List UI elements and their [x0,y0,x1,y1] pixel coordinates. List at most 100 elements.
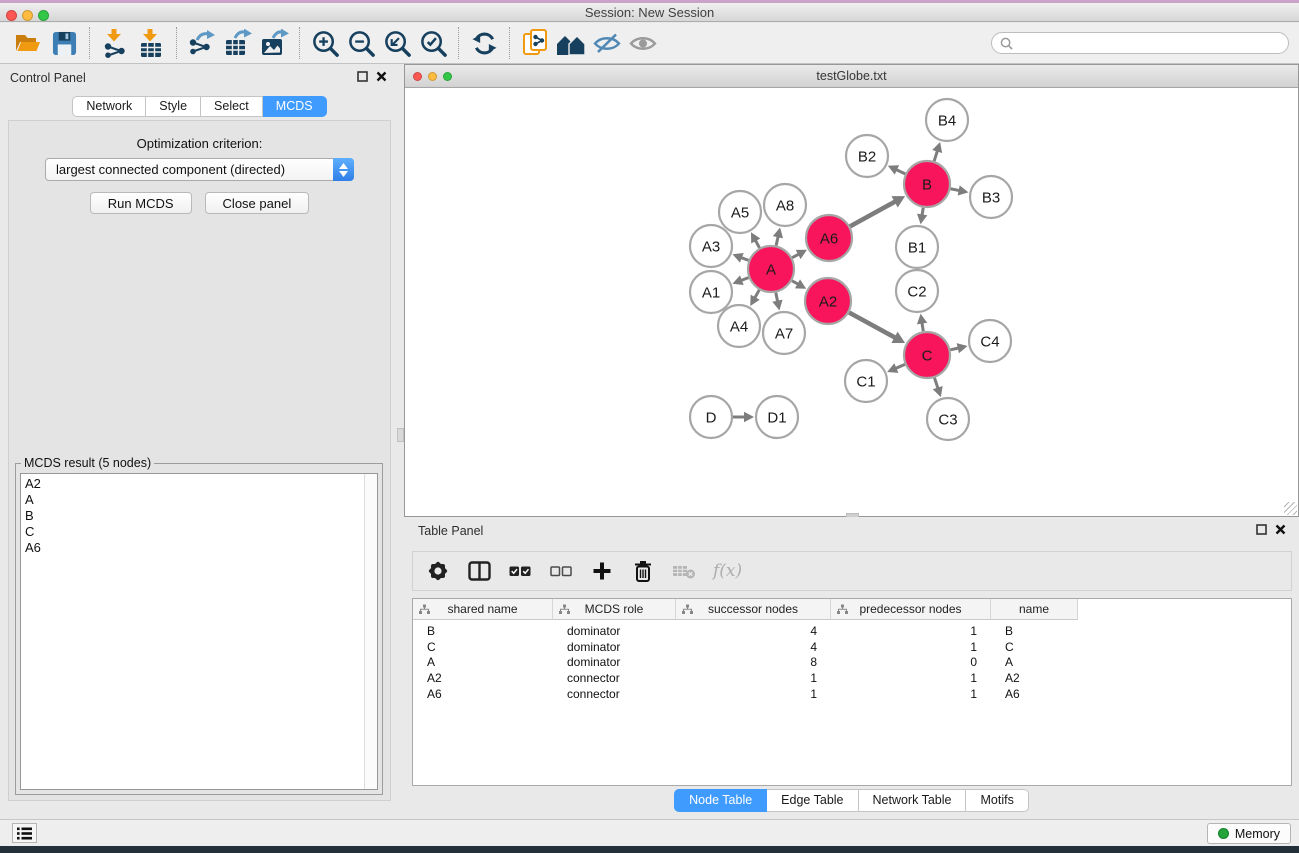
graph-node-C4[interactable]: C4 [969,320,1011,362]
table-tab-node-table[interactable]: Node Table [674,789,767,812]
graph-node-A4[interactable]: A4 [718,305,760,347]
table-tab-edge-table[interactable]: Edge Table [767,789,858,812]
close-table-panel-icon[interactable] [1275,524,1286,535]
table-cell[interactable]: A2 [991,671,1078,685]
hide-graphics-details-button[interactable] [589,26,625,60]
task-history-button[interactable] [12,823,37,843]
graph-node-B4[interactable]: B4 [926,99,968,141]
search-input[interactable] [1018,35,1280,51]
refresh-layout-button[interactable] [466,26,502,60]
table-cell[interactable]: 4 [676,624,831,638]
graph-node-A8[interactable]: A8 [764,184,806,226]
table-cell[interactable]: dominator [553,624,676,638]
zoom-out-button[interactable] [343,26,379,60]
tab-mcds[interactable]: MCDS [263,96,327,117]
show-columns-button[interactable] [467,559,491,583]
table-tab-motifs[interactable]: Motifs [966,789,1028,812]
table-cell[interactable]: 1 [676,671,831,685]
table-cell[interactable]: A [413,655,553,669]
graph-node-B2[interactable]: B2 [846,135,888,177]
table-row[interactable]: Cdominator41C [413,639,1291,655]
tab-style[interactable]: Style [146,96,201,117]
graph-node-D[interactable]: D [690,396,732,438]
result-item[interactable]: C [25,524,361,540]
table-row[interactable]: Adominator80A [413,654,1291,670]
tab-network[interactable]: Network [72,96,146,117]
table-cell[interactable]: 1 [831,624,991,638]
graph-node-D1[interactable]: D1 [756,396,798,438]
zoom-in-button[interactable] [307,26,343,60]
column-header-shared-name[interactable]: shared name [413,599,553,620]
table-cell[interactable]: 1 [831,640,991,654]
close-panel-icon[interactable] [376,71,387,82]
graph-node-B[interactable]: B [904,161,950,207]
graph-node-B1[interactable]: B1 [896,226,938,268]
table-cell[interactable]: 1 [676,687,831,701]
table-row[interactable]: A6connector11A6 [413,686,1291,702]
add-column-button[interactable] [590,559,614,583]
resize-grip[interactable] [1284,502,1297,515]
run-mcds-button[interactable]: Run MCDS [90,192,192,214]
import-table-button[interactable] [133,26,169,60]
result-item[interactable]: A6 [25,540,361,556]
export-table-button[interactable] [220,26,256,60]
table-row[interactable]: A2connector11A2 [413,670,1291,686]
table-cell[interactable]: C [413,640,553,654]
table-row[interactable]: Bdominator41B [413,623,1291,639]
graph-edge-A2-C[interactable] [849,312,896,338]
deselect-all-button[interactable] [549,559,573,583]
select-all-button[interactable] [508,559,532,583]
column-header-successor-nodes[interactable]: successor nodes [676,599,831,620]
criterion-dropdown[interactable]: largest connected component (directed) [45,158,354,181]
result-scrollbar[interactable] [364,474,377,789]
duplicate-network-button[interactable] [517,26,553,60]
delete-column-button[interactable] [631,559,655,583]
table-cell[interactable]: B [991,624,1078,638]
table-cell[interactable]: A6 [991,687,1078,701]
column-header-MCDS-role[interactable]: MCDS role [553,599,676,620]
column-header-predecessor-nodes[interactable]: predecessor nodes [831,599,991,620]
show-graphics-details-button[interactable] [625,26,661,60]
table-cell[interactable]: dominator [553,655,676,669]
table-cell[interactable]: A2 [413,671,553,685]
column-header-name[interactable]: name [991,599,1078,620]
graph-node-A5[interactable]: A5 [719,191,761,233]
toolbar-search[interactable] [991,32,1289,54]
table-cell[interactable]: 0 [831,655,991,669]
mcds-result-list[interactable]: A2ABCA6 [20,473,378,790]
export-image-button[interactable] [256,26,292,60]
zoom-fit-button[interactable] [379,26,415,60]
graph-node-A1[interactable]: A1 [690,271,732,313]
graph-node-A3[interactable]: A3 [690,225,732,267]
table-cell[interactable]: 1 [831,671,991,685]
table-settings-button[interactable] [426,559,450,583]
graph-node-A2[interactable]: A2 [805,278,851,324]
table-cell[interactable]: dominator [553,640,676,654]
open-session-button[interactable] [10,26,46,60]
splitter-collapse-handle[interactable] [397,428,404,442]
table-cell[interactable]: connector [553,671,676,685]
save-session-button[interactable] [46,26,82,60]
float-panel-icon[interactable] [357,71,368,82]
graph-node-B3[interactable]: B3 [970,176,1012,218]
table-cell[interactable]: B [413,624,553,638]
graph-node-A6[interactable]: A6 [806,215,852,261]
graph-node-C2[interactable]: C2 [896,270,938,312]
table-tab-network-table[interactable]: Network Table [859,789,967,812]
table-cell[interactable]: C [991,640,1078,654]
graph-node-C[interactable]: C [904,332,950,378]
table-cell[interactable]: 1 [831,687,991,701]
show-all-networks-button[interactable] [553,26,589,60]
close-panel-button[interactable]: Close panel [205,192,310,214]
export-network-button[interactable] [184,26,220,60]
tab-select[interactable]: Select [201,96,263,117]
graph-edge-A6-B[interactable] [850,201,896,227]
graph-node-A7[interactable]: A7 [763,312,805,354]
table-cell[interactable]: 4 [676,640,831,654]
table-cell[interactable]: 8 [676,655,831,669]
table-cell[interactable]: connector [553,687,676,701]
table-cell[interactable]: A6 [413,687,553,701]
graph-node-C1[interactable]: C1 [845,360,887,402]
memory-button[interactable]: Memory [1207,823,1291,844]
result-item[interactable]: B [25,508,361,524]
